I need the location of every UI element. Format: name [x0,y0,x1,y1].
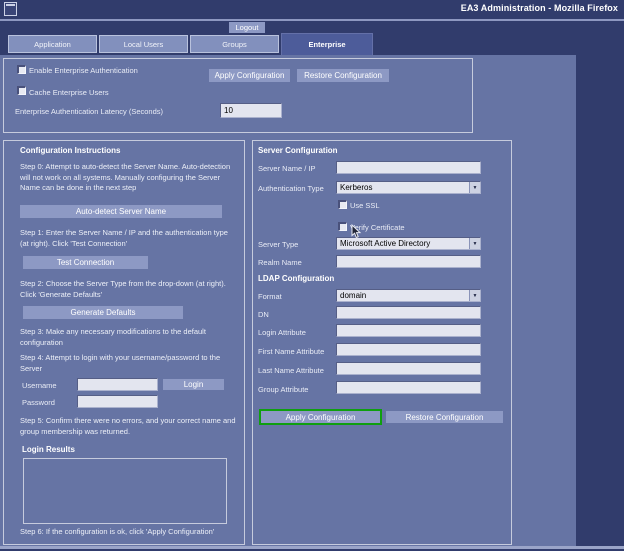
username-input[interactable] [77,378,158,391]
server-type-label: Server Type [258,240,298,249]
step-0-text: Step 0: Attempt to auto-detect the Serve… [20,162,236,194]
auto-detect-server-name-button[interactable]: Auto-detect Server Name [20,205,222,218]
window-icon[interactable] [4,2,17,16]
latency-input[interactable] [220,103,282,118]
verify-certificate-checkbox[interactable] [338,222,347,231]
password-label: Password [22,398,55,407]
test-connection-button[interactable]: Test Connection [23,256,148,269]
authentication-type-select[interactable]: Kerberos ▼ [336,181,481,194]
server-configuration-title: Server Configuration [258,146,338,155]
cache-enterprise-users-checkbox[interactable] [17,86,26,95]
step-1-text: Step 1: Enter the Server Name / IP and t… [20,228,236,249]
ldap-configuration-title: LDAP Configuration [258,274,334,283]
titlebar: EA3 Administration - Mozilla Firefox [0,0,624,19]
step-2-text: Step 2: Choose the Server Type from the … [20,279,236,300]
first-name-attribute-input[interactable] [336,343,481,356]
dn-input[interactable] [336,306,481,319]
realm-name-label: Realm Name [258,258,302,267]
last-name-attribute-label: Last Name Attribute [258,366,324,375]
chevron-down-icon[interactable]: ▼ [469,238,480,249]
chevron-down-icon[interactable]: ▼ [469,290,480,301]
format-value: domain [337,290,469,301]
enable-enterprise-auth-checkbox[interactable] [17,65,26,74]
login-attribute-input[interactable] [336,324,481,337]
last-name-attribute-input[interactable] [336,362,481,375]
cache-enterprise-users-label: Cache Enterprise Users [29,88,109,97]
step-5-text: Step 5: Confirm there were no errors, an… [20,416,236,437]
server-name-label: Server Name / IP [258,164,316,173]
logout-button[interactable]: Logout [229,22,265,33]
configuration-instructions-title: Configuration Instructions [20,146,120,155]
bottom-edge-line [0,546,624,549]
server-name-input[interactable] [336,161,481,174]
restore-configuration-button[interactable]: Restore Configuration [386,411,503,423]
tab-application[interactable]: Application [8,35,97,53]
dn-label: DN [258,310,269,319]
login-results-box [23,458,227,524]
step-4-text: Step 4: Attempt to login with your usern… [20,353,242,374]
login-results-title: Login Results [22,445,75,454]
latency-label: Enterprise Authentication Latency (Secon… [15,107,163,116]
apply-configuration-button-top[interactable]: Apply Configuration [209,69,290,82]
use-ssl-checkbox[interactable] [338,200,347,209]
tab-enterprise[interactable]: Enterprise [281,33,373,55]
login-button[interactable]: Login [163,379,224,390]
group-attribute-input[interactable] [336,381,481,394]
generate-defaults-button[interactable]: Generate Defaults [23,306,183,319]
login-attribute-label: Login Attribute [258,328,306,337]
titlebar-divider [0,19,624,21]
window-title: EA3 Administration - Mozilla Firefox [461,3,618,13]
mouse-cursor [351,224,362,239]
chevron-down-icon[interactable]: ▼ [469,182,480,193]
group-attribute-label: Group Attribute [258,385,308,394]
enable-enterprise-auth-label: Enable Enterprise Authentication [29,66,138,75]
server-type-value: Microsoft Active Directory [337,238,469,249]
realm-name-input[interactable] [336,255,481,268]
format-select[interactable]: domain ▼ [336,289,481,302]
password-input[interactable] [77,395,158,408]
first-name-attribute-label: First Name Attribute [258,347,324,356]
restore-configuration-button-top[interactable]: Restore Configuration [297,69,389,82]
app-window: EA3 Administration - Mozilla Firefox Log… [0,0,624,551]
format-label: Format [258,292,282,301]
step-6-text: Step 6: If the configuration is ok, clic… [20,527,242,538]
step-3-text: Step 3: Make any necessary modifications… [20,327,225,348]
tab-local-users[interactable]: Local Users [99,35,188,53]
tab-groups[interactable]: Groups [190,35,279,53]
username-label: Username [22,381,57,390]
apply-configuration-button[interactable]: Apply Configuration [259,409,382,425]
authentication-type-value: Kerberos [337,182,469,193]
authentication-type-label: Authentication Type [258,184,324,193]
use-ssl-label: Use SSL [350,201,380,210]
